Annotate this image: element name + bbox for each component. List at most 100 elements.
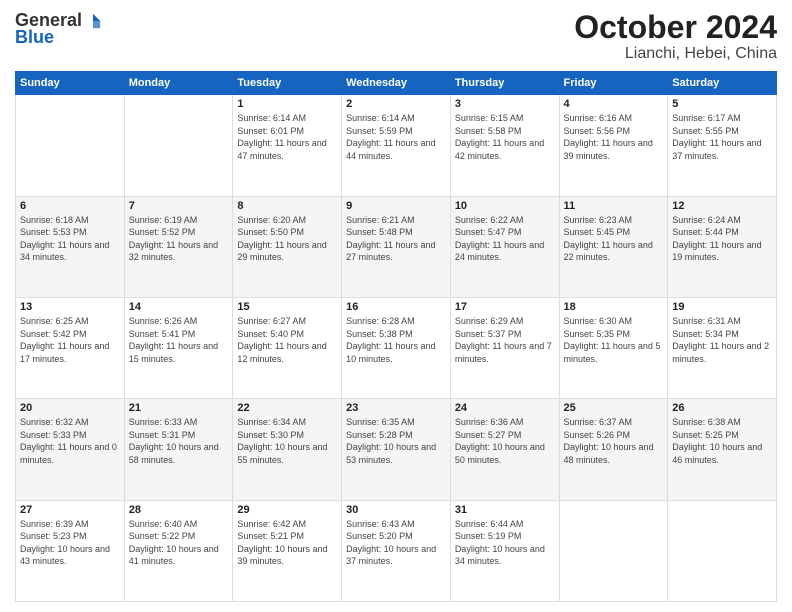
day-number: 13 (20, 301, 120, 313)
day-number: 17 (455, 301, 555, 313)
day-info: Sunrise: 6:26 AMSunset: 5:41 PMDaylight:… (129, 315, 229, 365)
table-row: 16 Sunrise: 6:28 AMSunset: 5:38 PMDayligh… (342, 297, 451, 398)
logo-icon (84, 12, 102, 30)
table-row: 8 Sunrise: 6:20 AMSunset: 5:50 PMDaylight… (233, 196, 342, 297)
page: General Blue October 2024 Lianchi, Hebei… (0, 0, 792, 612)
header-cell: Thursday (450, 72, 559, 95)
day-number: 23 (346, 402, 446, 414)
page-title: October 2024 (574, 10, 777, 45)
day-number: 16 (346, 301, 446, 313)
day-info: Sunrise: 6:28 AMSunset: 5:38 PMDaylight:… (346, 315, 446, 365)
day-number: 27 (20, 504, 120, 516)
day-number: 15 (237, 301, 337, 313)
table-row: 13 Sunrise: 6:25 AMSunset: 5:42 PMDayligh… (16, 297, 125, 398)
day-number: 9 (346, 200, 446, 212)
table-row: 24 Sunrise: 6:36 AMSunset: 5:27 PMDayligh… (450, 399, 559, 500)
header-cell: Monday (124, 72, 233, 95)
day-number: 26 (672, 402, 772, 414)
day-number: 22 (237, 402, 337, 414)
day-number: 4 (564, 98, 664, 110)
calendar-header: SundayMondayTuesdayWednesdayThursdayFrid… (16, 72, 777, 95)
day-number: 14 (129, 301, 229, 313)
table-row: 27 Sunrise: 6:39 AMSunset: 5:23 PMDayligh… (16, 500, 125, 601)
day-number: 3 (455, 98, 555, 110)
table-row: 31Sunrise: 6:44 AMSunset: 5:19 PMDayligh… (450, 500, 559, 601)
table-row: 7Sunrise: 6:19 AMSunset: 5:52 PMDaylight… (124, 196, 233, 297)
day-info: Sunrise: 6:39 AMSunset: 5:23 PMDaylight:… (20, 518, 120, 568)
logo: General Blue (15, 10, 102, 48)
table-row (16, 95, 125, 196)
day-info: Sunrise: 6:21 AMSunset: 5:48 PMDaylight:… (346, 214, 446, 264)
table-row: 4 Sunrise: 6:16 AMSunset: 5:56 PMDaylight… (559, 95, 668, 196)
table-row: 12 Sunrise: 6:24 AMSunset: 5:44 PMDayligh… (668, 196, 777, 297)
table-row: 28 Sunrise: 6:40 AMSunset: 5:22 PMDayligh… (124, 500, 233, 601)
table-row: 30 Sunrise: 6:43 AMSunset: 5:20 PMDayligh… (342, 500, 451, 601)
table-row: 18 Sunrise: 6:30 AMSunset: 5:35 PMDayligh… (559, 297, 668, 398)
day-info: Sunrise: 6:17 AMSunset: 5:55 PMDaylight:… (672, 112, 772, 162)
day-info: Sunrise: 6:14 AMSunset: 5:59 PMDaylight:… (346, 112, 446, 162)
table-row: 19 Sunrise: 6:31 AMSunset: 5:34 PMDayligh… (668, 297, 777, 398)
day-info: Sunrise: 6:43 AMSunset: 5:20 PMDaylight:… (346, 518, 446, 568)
day-info: Sunrise: 6:38 AMSunset: 5:25 PMDaylight:… (672, 416, 772, 466)
day-number: 2 (346, 98, 446, 110)
day-info: Sunrise: 6:23 AMSunset: 5:45 PMDaylight:… (564, 214, 664, 264)
page-subtitle: Lianchi, Hebei, China (574, 45, 777, 63)
day-number: 29 (237, 504, 337, 516)
day-info: Sunrise: 6:36 AMSunset: 5:27 PMDaylight:… (455, 416, 555, 466)
calendar-week: 27 Sunrise: 6:39 AMSunset: 5:23 PMDayligh… (16, 500, 777, 601)
day-number: 12 (672, 200, 772, 212)
day-info: Sunrise: 6:44 AMSunset: 5:19 PMDaylight:… (455, 518, 555, 568)
day-number: 28 (129, 504, 229, 516)
day-info: Sunrise: 6:32 AMSunset: 5:33 PMDaylight:… (20, 416, 120, 466)
day-info: Sunrise: 6:20 AMSunset: 5:50 PMDaylight:… (237, 214, 337, 264)
day-info: Sunrise: 6:18 AMSunset: 5:53 PMDaylight:… (20, 214, 120, 264)
day-number: 10 (455, 200, 555, 212)
day-number: 8 (237, 200, 337, 212)
day-info: Sunrise: 6:37 AMSunset: 5:26 PMDaylight:… (564, 416, 664, 466)
table-row: 10Sunrise: 6:22 AMSunset: 5:47 PMDayligh… (450, 196, 559, 297)
logo-blue: Blue (15, 27, 54, 48)
header-cell: Wednesday (342, 72, 451, 95)
table-row: 11 Sunrise: 6:23 AMSunset: 5:45 PMDayligh… (559, 196, 668, 297)
table-row: 25 Sunrise: 6:37 AMSunset: 5:26 PMDayligh… (559, 399, 668, 500)
header: General Blue October 2024 Lianchi, Hebei… (15, 10, 777, 63)
day-info: Sunrise: 6:35 AMSunset: 5:28 PMDaylight:… (346, 416, 446, 466)
day-number: 11 (564, 200, 664, 212)
day-info: Sunrise: 6:29 AMSunset: 5:37 PMDaylight:… (455, 315, 555, 365)
day-number: 1 (237, 98, 337, 110)
day-info: Sunrise: 6:33 AMSunset: 5:31 PMDaylight:… (129, 416, 229, 466)
header-row: SundayMondayTuesdayWednesdayThursdayFrid… (16, 72, 777, 95)
day-number: 7 (129, 200, 229, 212)
table-row: 5 Sunrise: 6:17 AMSunset: 5:55 PMDaylight… (668, 95, 777, 196)
table-row (559, 500, 668, 601)
header-cell: Tuesday (233, 72, 342, 95)
day-number: 19 (672, 301, 772, 313)
day-number: 5 (672, 98, 772, 110)
day-info: Sunrise: 6:27 AMSunset: 5:40 PMDaylight:… (237, 315, 337, 365)
table-row: 15 Sunrise: 6:27 AMSunset: 5:40 PMDayligh… (233, 297, 342, 398)
calendar-table: SundayMondayTuesdayWednesdayThursdayFrid… (15, 71, 777, 602)
day-info: Sunrise: 6:40 AMSunset: 5:22 PMDaylight:… (129, 518, 229, 568)
table-row: 26 Sunrise: 6:38 AMSunset: 5:25 PMDayligh… (668, 399, 777, 500)
table-row: 20 Sunrise: 6:32 AMSunset: 5:33 PMDayligh… (16, 399, 125, 500)
table-row: 9 Sunrise: 6:21 AMSunset: 5:48 PMDaylight… (342, 196, 451, 297)
day-number: 6 (20, 200, 120, 212)
day-info: Sunrise: 6:30 AMSunset: 5:35 PMDaylight:… (564, 315, 664, 365)
day-info: Sunrise: 6:31 AMSunset: 5:34 PMDaylight:… (672, 315, 772, 365)
header-cell: Friday (559, 72, 668, 95)
day-info: Sunrise: 6:16 AMSunset: 5:56 PMDaylight:… (564, 112, 664, 162)
day-info: Sunrise: 6:24 AMSunset: 5:44 PMDaylight:… (672, 214, 772, 264)
calendar-week: 20 Sunrise: 6:32 AMSunset: 5:33 PMDayligh… (16, 399, 777, 500)
day-number: 20 (20, 402, 120, 414)
header-cell: Saturday (668, 72, 777, 95)
table-row: 21Sunrise: 6:33 AMSunset: 5:31 PMDayligh… (124, 399, 233, 500)
day-number: 24 (455, 402, 555, 414)
header-cell: Sunday (16, 72, 125, 95)
day-info: Sunrise: 6:25 AMSunset: 5:42 PMDaylight:… (20, 315, 120, 365)
day-number: 25 (564, 402, 664, 414)
table-row (668, 500, 777, 601)
day-number: 30 (346, 504, 446, 516)
day-number: 18 (564, 301, 664, 313)
table-row: 23 Sunrise: 6:35 AMSunset: 5:28 PMDayligh… (342, 399, 451, 500)
table-row: 3Sunrise: 6:15 AMSunset: 5:58 PMDaylight… (450, 95, 559, 196)
